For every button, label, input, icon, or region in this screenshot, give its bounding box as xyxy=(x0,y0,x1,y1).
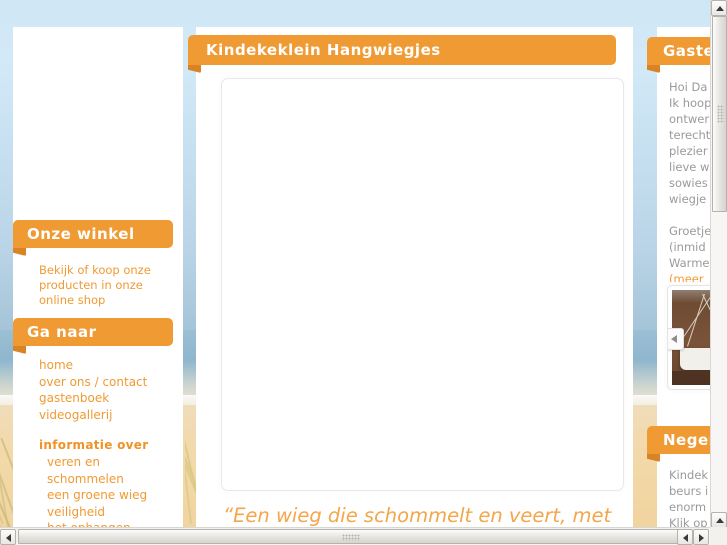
rope-icon xyxy=(681,293,713,340)
browser-viewport: Onze winkel Bekijk of koop onze producte… xyxy=(0,0,727,545)
sidebar-section-goto-header: Ga naar xyxy=(13,318,173,354)
guestbook-text-block: Hoi Da Ik hoop ontwer terecht plezier li… xyxy=(657,71,717,287)
sidebar-item-videogallerij[interactable]: videogallerij xyxy=(39,407,169,424)
grip-dots-icon xyxy=(717,105,724,123)
main-content-panel: Kindekeklein Hangwiegjes “Een wieg die s… xyxy=(188,27,633,545)
scrollbar-corner xyxy=(710,527,727,545)
sidebar-item-een-groene-wieg[interactable]: een groene wieg xyxy=(39,487,169,504)
left-sidebar: Onze winkel Bekijk of koop onze producte… xyxy=(13,27,183,545)
scroll-left-button[interactable] xyxy=(0,529,16,545)
sidebar-subsection-title: informatie over xyxy=(39,438,149,452)
sidebar-section-shop-title: Onze winkel xyxy=(27,225,135,243)
sidebar-shop-link[interactable]: Bekijk of koop onze producten in onze on… xyxy=(39,263,169,308)
sidebar-item-veiligheid[interactable]: veiligheid xyxy=(39,504,169,521)
sidebar-item-gastenboek[interactable]: gastenboek xyxy=(39,390,169,407)
sidebar-shop-text-block: Bekijk of koop onze producten in onze on… xyxy=(13,255,183,308)
sidebar-section-goto-title: Ga naar xyxy=(27,323,97,341)
vertical-scrollbar-thumb[interactable] xyxy=(712,16,727,212)
content-image-placeholder xyxy=(221,78,624,491)
sidebar-item-veren-en-schommelen[interactable]: veren en schommelen xyxy=(39,454,169,487)
rope-icon xyxy=(687,293,705,347)
sidebar-section-shop-header: Onze winkel xyxy=(13,220,173,256)
vertical-scrollbar[interactable] xyxy=(710,0,727,545)
page-title: Kindekeklein Hangwiegjes xyxy=(206,41,441,59)
grip-dots-icon xyxy=(341,534,360,541)
scroll-up-button[interactable] xyxy=(711,0,727,16)
scroll-left-button-end[interactable] xyxy=(677,529,693,545)
page-title-tab: Kindekeklein Hangwiegjes xyxy=(188,35,616,73)
sidebar-nav: home over ons / contact gastenboek video… xyxy=(13,349,183,545)
right-sidebar: Gastenboek Hoi Da Ik hoop ontwer terecht… xyxy=(647,27,727,545)
horizontal-scrollbar-thumb[interactable] xyxy=(18,529,683,544)
scroll-up-button-bottom[interactable] xyxy=(711,512,727,528)
sidebar-item-over-ons-contact[interactable]: over ons / contact xyxy=(39,374,169,391)
chevron-left-icon[interactable] xyxy=(668,328,684,350)
horizontal-scrollbar[interactable] xyxy=(0,527,710,545)
scroll-right-button[interactable] xyxy=(693,529,709,545)
sidebar-item-home[interactable]: home xyxy=(39,357,169,374)
